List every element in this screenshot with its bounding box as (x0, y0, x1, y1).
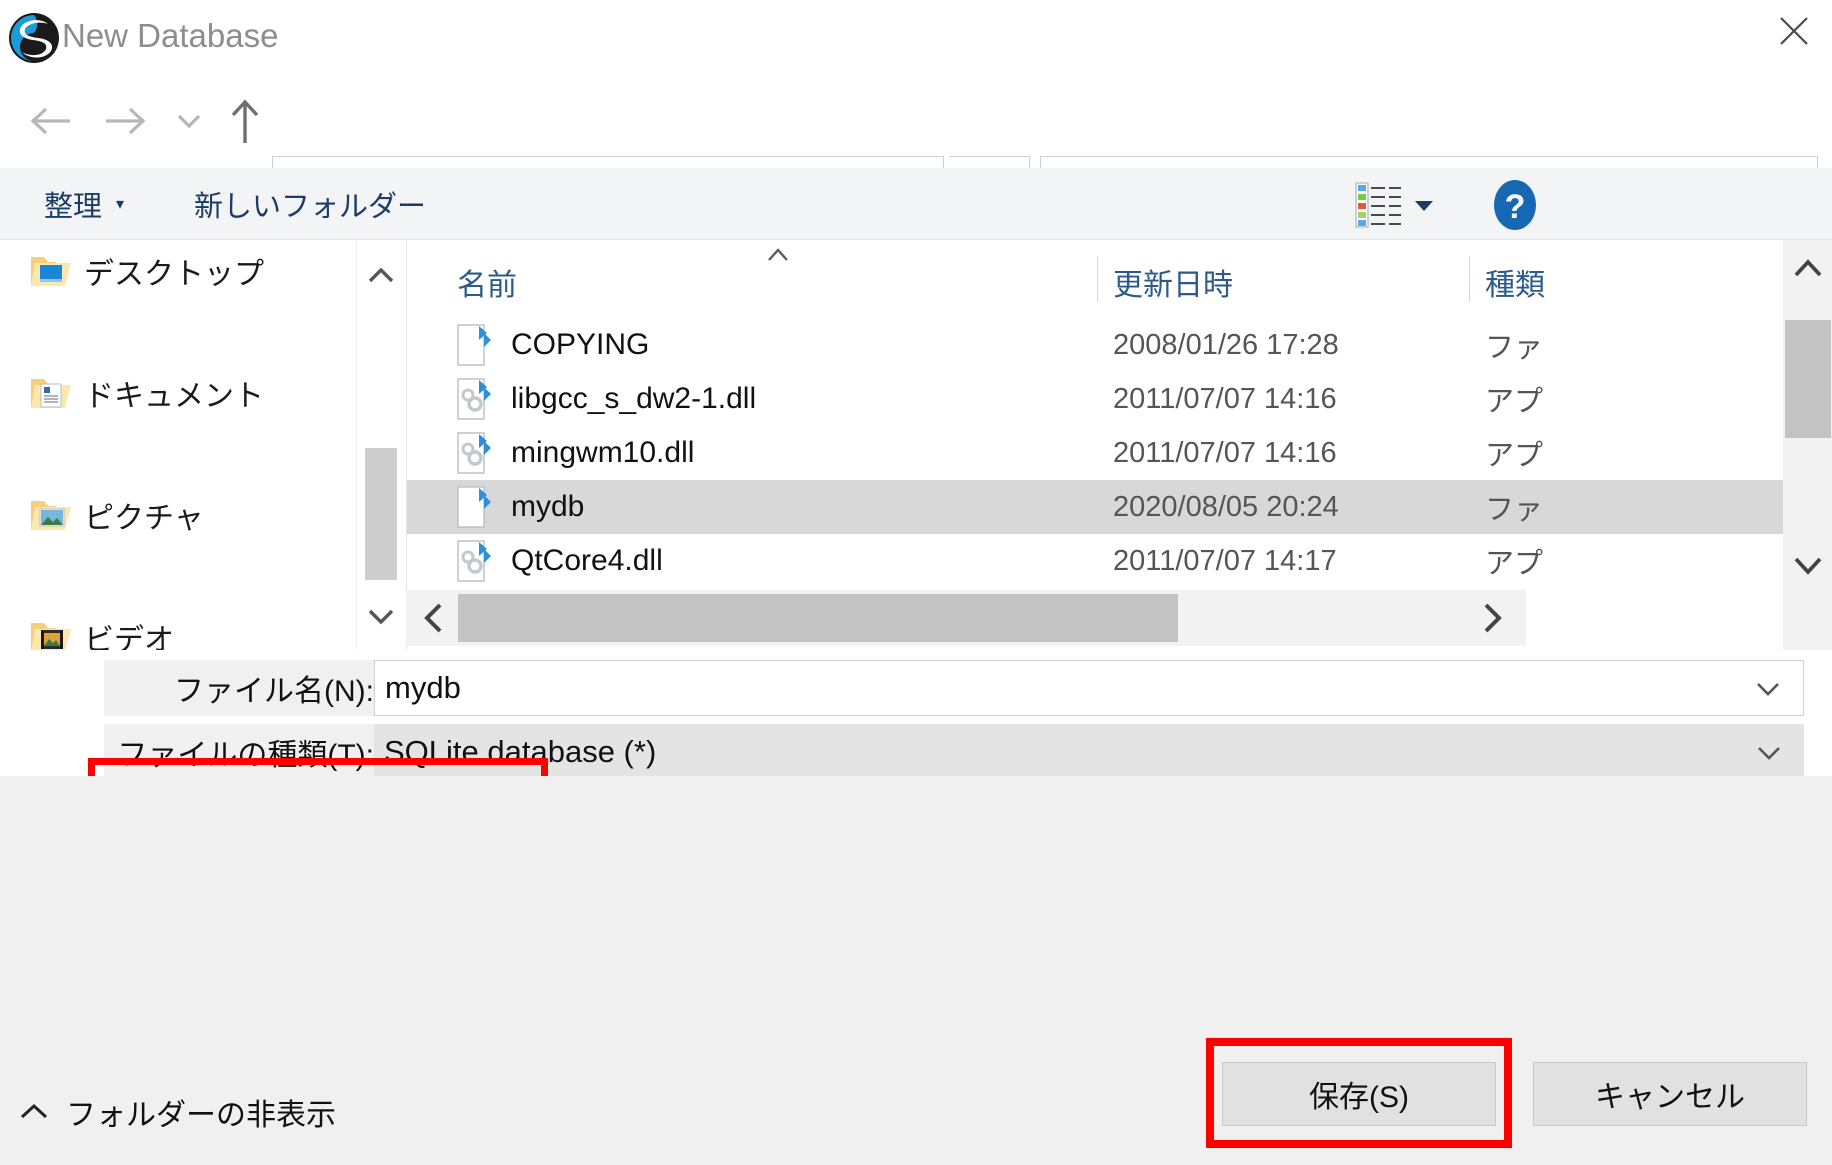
table-row[interactable]: mingwm10.dll 2011/07/07 14:16 アプ (407, 426, 1832, 480)
arrow-right-icon[interactable] (92, 76, 160, 166)
chevron-down-icon[interactable] (1753, 678, 1783, 698)
file-type: ファ (1485, 324, 1543, 366)
close-icon[interactable] (1756, 0, 1832, 62)
file-list-vertical-scrollbar[interactable] (1783, 240, 1832, 650)
navigation-pane: デスクトップ ドキュメント (0, 240, 356, 650)
dll-file-icon (457, 432, 491, 474)
sidebar-item-documents[interactable]: ドキュメント (0, 362, 356, 423)
file-type: ファ (1485, 486, 1543, 528)
table-row[interactable]: COPYING 2008/01/26 17:28 ファ (407, 318, 1832, 372)
folder-pictures-icon (30, 497, 72, 533)
new-folder-label: 新しいフォルダー (194, 183, 426, 225)
sidebar-item-label: ビデオ (84, 615, 174, 651)
scrollbar-thumb[interactable] (1785, 320, 1831, 438)
dll-file-icon (457, 378, 491, 420)
folder-documents-icon (30, 375, 72, 411)
file-icon (457, 486, 491, 528)
navigation-bar: « ローカル ディスク (C:) › sqlite3 (0, 76, 1832, 166)
file-date: 2008/01/26 17:28 (1113, 329, 1339, 362)
chevron-down-icon[interactable] (1783, 540, 1832, 590)
scrollbar-thumb[interactable] (458, 594, 1178, 642)
folder-desktop-icon (30, 253, 72, 289)
file-name-value: mydb (385, 670, 461, 706)
sidebar-item-pictures[interactable]: ピクチャ (0, 484, 356, 545)
save-button-label: 保存(S) (1309, 1072, 1409, 1116)
cancel-button-label: キャンセル (1595, 1072, 1745, 1116)
file-name: libgcc_s_dw2-1.dll (511, 382, 756, 416)
chevron-down-icon[interactable] (1754, 742, 1784, 762)
cancel-button[interactable]: キャンセル (1533, 1062, 1807, 1126)
hide-folders-button[interactable]: フォルダーの非表示 (18, 1085, 336, 1139)
title-bar: New Database (0, 0, 1832, 76)
new-folder-button[interactable]: 新しいフォルダー (194, 168, 426, 240)
file-type: アプ (1485, 540, 1543, 582)
browser-area: デスクトップ ドキュメント (0, 240, 1832, 650)
sidebar-item-label: デスクトップ (84, 249, 264, 293)
table-row[interactable]: libgcc_s_dw2-1.dll 2011/07/07 14:16 アプ (407, 372, 1832, 426)
file-list-pane: 名前 更新日時 種類 COPYING 2008/01/26 17:28 ファ (406, 240, 1832, 650)
column-header-date[interactable]: 更新日時 (1113, 260, 1233, 304)
file-date: 2020/08/05 20:24 (1113, 491, 1339, 524)
dll-file-icon (457, 540, 491, 582)
help-icon[interactable]: ? (1493, 178, 1537, 232)
file-date: 2011/07/07 14:16 (1113, 383, 1337, 416)
file-name: COPYING (511, 328, 649, 362)
file-name: mingwm10.dll (511, 436, 694, 470)
file-type: アプ (1485, 378, 1543, 420)
column-header-row: 名前 更新日時 種類 (407, 240, 1832, 316)
sqlitebrowser-logo-icon (8, 12, 60, 64)
chevron-down-icon[interactable] (160, 76, 218, 166)
chevron-left-icon[interactable] (410, 590, 458, 646)
file-type-value: SQLite database (*) (384, 734, 656, 770)
chevron-right-icon[interactable] (1468, 590, 1516, 646)
command-bar: 整理 ▾ 新しいフォルダー (0, 168, 1832, 240)
navigation-pane-scrollbar[interactable] (356, 240, 404, 650)
chevron-down-icon[interactable] (357, 590, 405, 642)
column-divider[interactable] (1097, 256, 1098, 302)
column-header-name[interactable]: 名前 (457, 260, 517, 304)
file-date: 2011/07/07 14:17 (1113, 545, 1337, 578)
arrow-left-icon[interactable] (16, 76, 84, 166)
sort-ascending-icon (763, 244, 793, 266)
list-view-icon[interactable] (1355, 182, 1403, 228)
chevron-down-icon: ▾ (116, 194, 124, 214)
file-type: アプ (1485, 432, 1543, 474)
file-list-horizontal-scrollbar[interactable] (406, 590, 1526, 646)
column-divider[interactable] (1469, 256, 1470, 302)
hide-folders-label: フォルダーの非表示 (66, 1090, 336, 1134)
sidebar-item-videos[interactable]: ビデオ (0, 606, 356, 650)
file-name: QtCore4.dll (511, 544, 663, 578)
file-name: mydb (511, 490, 584, 524)
arrow-up-icon[interactable] (214, 76, 276, 166)
file-name-form: ファイル名(N): mydb ファイルの種類(T): SQLite databa… (0, 652, 1832, 776)
svg-text:?: ? (1505, 188, 1526, 226)
window-title: New Database (62, 17, 278, 55)
file-type-label: ファイルの種類(T): (104, 724, 374, 780)
chevron-up-icon (18, 1101, 50, 1123)
scrollbar-thumb[interactable] (365, 448, 397, 580)
folder-videos-icon (30, 619, 72, 651)
file-name-input[interactable]: mydb (374, 660, 1804, 716)
table-row[interactable]: QtCore4.dll 2011/07/07 14:17 アプ (407, 534, 1832, 588)
file-type-row: ファイルの種類(T): SQLite database (*) (0, 724, 1832, 780)
save-file-dialog: New Database (0, 0, 1832, 1165)
sidebar-item-desktop[interactable]: デスクトップ (0, 240, 356, 301)
file-name-label: ファイル名(N): (104, 660, 374, 716)
table-row[interactable]: mydb 2020/08/05 20:24 ファ (407, 480, 1832, 534)
file-type-select[interactable]: SQLite database (*) (374, 724, 1804, 780)
chevron-up-icon[interactable] (1783, 244, 1832, 294)
sidebar-item-label: ドキュメント (84, 371, 264, 415)
file-name-row: ファイル名(N): mydb (0, 660, 1832, 716)
organize-label: 整理 (44, 183, 102, 225)
column-header-type[interactable]: 種類 (1485, 260, 1545, 304)
organize-button[interactable]: 整理 ▾ (44, 168, 124, 240)
sidebar-item-label: ピクチャ (84, 493, 204, 537)
chevron-up-icon[interactable] (357, 250, 405, 302)
file-date: 2011/07/07 14:16 (1113, 437, 1337, 470)
save-button[interactable]: 保存(S) (1222, 1062, 1496, 1126)
file-icon (457, 324, 491, 366)
chevron-down-icon[interactable] (1412, 196, 1436, 214)
